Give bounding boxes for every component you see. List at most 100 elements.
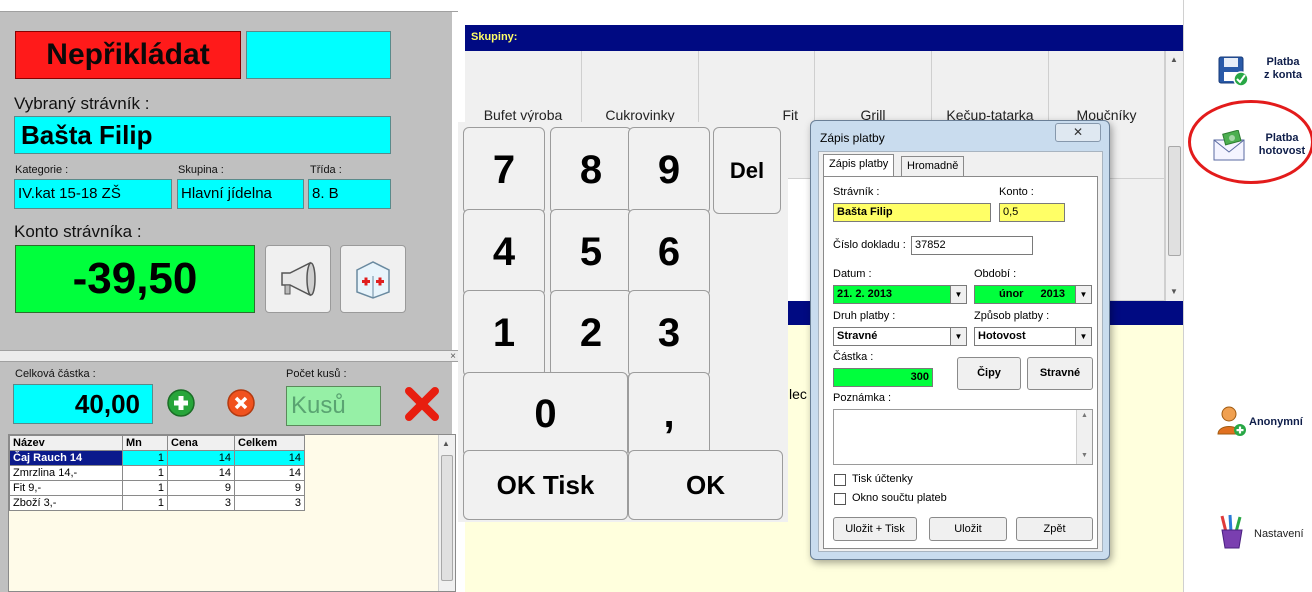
pay-from-account-button[interactable]: Platba z konta (1216, 52, 1312, 92)
payment-method-value: Hotovost (978, 330, 1026, 342)
column-header-total[interactable]: Celkem (234, 435, 305, 451)
scroll-up-icon[interactable]: ▲ (1170, 55, 1178, 64)
save-button[interactable]: Uložit (929, 517, 1007, 541)
payment-dialog: Zápis platby ✕ Zápis platby Hromadně Str… (810, 120, 1110, 560)
product-label-partial: lec (789, 386, 807, 402)
scroll-up-icon[interactable]: ▲ (442, 439, 450, 448)
column-header-qty[interactable]: Mn (122, 435, 168, 451)
add-item-button[interactable] (166, 388, 196, 421)
key-2[interactable]: 2 (550, 290, 632, 377)
key-comma[interactable]: , (628, 372, 710, 457)
key-delete[interactable]: Del (713, 127, 781, 214)
print-receipt-checkbox[interactable] (834, 474, 846, 486)
ok-print-button[interactable]: OK Tisk (463, 450, 628, 520)
table-row[interactable]: Zmrzlina 14,- 1 14 14 (9, 465, 305, 481)
key-5[interactable]: 5 (550, 209, 632, 296)
period-select[interactable]: únor 2013 ▼ (974, 285, 1092, 304)
scroll-thumb[interactable] (441, 455, 453, 581)
meals-button[interactable]: Stravné (1027, 357, 1093, 390)
account-label: Konto : (999, 186, 1034, 198)
save-print-button[interactable]: Uložit + Tisk (833, 517, 917, 541)
scroll-thumb[interactable] (1168, 146, 1181, 256)
scroll-up-icon[interactable]: ▲ (1081, 412, 1088, 419)
groups-scrollbar[interactable]: ▲ ▼ (1165, 51, 1183, 301)
item-qty: 1 (122, 480, 168, 496)
sum-window-label: Okno součtu plateb (852, 492, 947, 504)
note-scrollbar[interactable]: ▲ ▼ (1076, 410, 1092, 464)
key-0[interactable]: 0 (463, 372, 628, 457)
diner-field: Bašta Filip (833, 203, 991, 222)
item-price: 9 (167, 480, 235, 496)
class-label: Třída : (310, 164, 342, 176)
tab-payment[interactable]: Zápis platby (823, 154, 895, 176)
print-receipt-label: Tisk účtenky (852, 473, 913, 485)
table-row[interactable]: Čaj Rauch 14 1 14 14 (9, 450, 305, 466)
ok-button[interactable]: OK (628, 450, 783, 520)
key-6[interactable]: 6 (628, 209, 710, 296)
order-items-table: Název Mn Cena Celkem Čaj Rauch 14 1 14 1… (9, 435, 305, 511)
key-3[interactable]: 3 (628, 290, 710, 377)
sum-window-checkbox[interactable] (834, 493, 846, 505)
document-number-label: Číslo dokladu : (833, 239, 906, 251)
item-total: 3 (234, 495, 305, 511)
payment-type-label: Druh platby : (833, 310, 896, 322)
pay-account-line1: Platba (1266, 56, 1300, 68)
anonymous-button[interactable]: Anonymní (1216, 402, 1312, 442)
payment-form: Strávník : Konto : Bašta Filip 0,5 Číslo… (823, 176, 1098, 549)
scroll-down-icon[interactable]: ▼ (1081, 452, 1088, 459)
item-total: 14 (234, 465, 305, 481)
note-textarea[interactable]: ▲ ▼ (833, 409, 1093, 465)
order-items-list: Název Mn Cena Celkem Čaj Rauch 14 1 14 1… (8, 434, 456, 592)
key-8[interactable]: 8 (550, 127, 632, 214)
red-x-icon (405, 387, 439, 421)
list-scrollbar[interactable]: ▲ (438, 435, 455, 591)
document-number-input[interactable]: 37852 (911, 236, 1033, 255)
chips-button[interactable]: Čipy (957, 357, 1021, 390)
megaphone-icon (281, 261, 316, 297)
remove-item-button[interactable] (226, 388, 256, 421)
plus-icon (167, 389, 195, 417)
item-price: 3 (167, 495, 235, 511)
chevron-down-icon[interactable]: ▼ (1075, 286, 1091, 303)
key-1[interactable]: 1 (463, 290, 545, 377)
chevron-down-icon[interactable]: ▼ (950, 328, 966, 345)
panel-splitter[interactable]: × (0, 350, 458, 362)
scroll-down-icon[interactable]: ▼ (1170, 287, 1178, 296)
payment-type-select[interactable]: Stravné ▼ (833, 327, 967, 346)
status-indicator (246, 31, 391, 79)
key-7[interactable]: 7 (463, 127, 545, 214)
payment-method-select[interactable]: Hotovost ▼ (974, 327, 1092, 346)
column-header-name[interactable]: Název (9, 435, 123, 451)
first-aid-kit-icon (356, 261, 390, 299)
key-4[interactable]: 4 (463, 209, 545, 296)
chevron-down-icon[interactable]: ▼ (1075, 328, 1091, 345)
item-total: 9 (234, 480, 305, 496)
item-qty: 1 (122, 450, 168, 466)
group-label: Cukrovinky (605, 107, 675, 123)
back-button[interactable]: Zpět (1016, 517, 1093, 541)
tab-bulk[interactable]: Hromadně (901, 156, 965, 176)
period-month: únor (999, 288, 1024, 300)
count-input[interactable]: Kusů (286, 386, 381, 426)
payment-method-label: Způsob platby : (974, 310, 1050, 322)
item-name: Zboží 3,- (9, 495, 123, 511)
payment-type-value: Stravné (837, 330, 878, 342)
table-row[interactable]: Zboží 3,- 1 3 3 (9, 495, 305, 511)
chevron-down-icon[interactable]: ▼ (950, 286, 966, 303)
first-aid-button[interactable] (340, 245, 406, 313)
clear-order-button[interactable] (402, 384, 442, 427)
dialog-close-button[interactable]: ✕ (1055, 123, 1101, 142)
amount-input[interactable]: 300 (833, 368, 933, 387)
announce-button[interactable] (265, 245, 331, 313)
close-icon[interactable]: × (450, 351, 456, 362)
item-name: Zmrzlina 14,- (9, 465, 123, 481)
note-label: Poznámka : (833, 392, 892, 404)
table-row[interactable]: Fit 9,- 1 9 9 (9, 480, 305, 496)
category-field: IV.kat 15-18 ZŠ (14, 179, 172, 209)
key-9[interactable]: 9 (628, 127, 710, 214)
date-select[interactable]: 21. 2. 2013 ▼ (833, 285, 967, 304)
column-header-price[interactable]: Cena (167, 435, 235, 451)
group-label: Fit (782, 107, 798, 123)
item-total: 14 (234, 450, 305, 466)
settings-button[interactable]: Nastavení (1216, 514, 1312, 554)
